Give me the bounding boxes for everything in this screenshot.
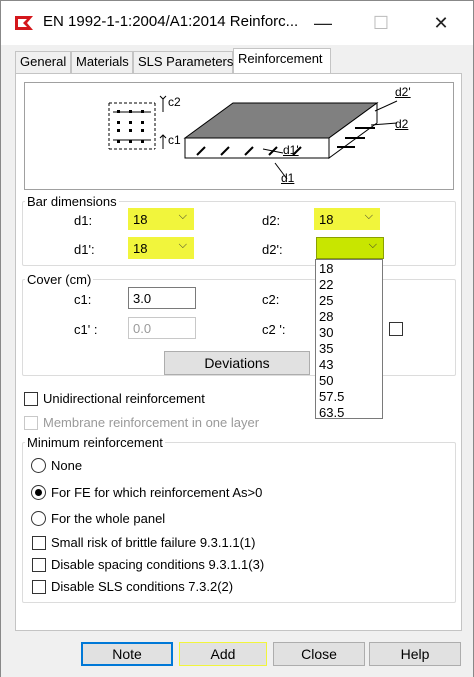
dropdown-option[interactable]: 35 xyxy=(319,341,333,356)
deviations-button[interactable]: Deviations xyxy=(164,351,310,375)
dropdown-option[interactable]: 57.5 xyxy=(319,389,344,404)
brittle-failure-checkbox[interactable] xyxy=(32,536,46,550)
c2-prime-checkbox[interactable] xyxy=(389,322,403,336)
label-d2-prime: d2' xyxy=(395,85,411,99)
d2-prime-select[interactable]: ⌵ xyxy=(316,237,384,259)
dialog-window: EN 1992-1-1:2004/A1:2014 Reinforc... — ☐… xyxy=(0,0,474,677)
dropdown-option[interactable]: 50 xyxy=(319,373,333,388)
chevron-down-icon: ⌵ xyxy=(368,239,377,251)
tab-sls-parameters[interactable]: SLS Parameters xyxy=(133,51,233,73)
unidirectional-label: Unidirectional reinforcement xyxy=(43,391,205,406)
dropdown-option[interactable]: 22 xyxy=(319,277,333,292)
tab-materials[interactable]: Materials xyxy=(71,51,133,73)
note-button[interactable]: Note xyxy=(81,642,173,666)
membrane-checkbox xyxy=(24,416,38,430)
window-title: EN 1992-1-1:2004/A1:2014 Reinforc... xyxy=(43,13,299,30)
label-d2: d2 xyxy=(395,117,409,131)
label-c2: c2 xyxy=(168,95,181,109)
label-d1-prime: d1' xyxy=(283,143,299,157)
maximize-button[interactable]: ☐ xyxy=(371,13,391,33)
close-button[interactable]: Close xyxy=(273,642,365,666)
c1-prime-label: c1' : xyxy=(74,322,98,337)
help-button[interactable]: Help xyxy=(369,642,461,666)
label-c1: c1 xyxy=(168,133,181,147)
dropdown-option[interactable]: 18 xyxy=(319,261,333,276)
cover-legend: Cover (cm) xyxy=(27,272,92,287)
chevron-down-icon: ⌵ xyxy=(178,239,187,251)
c1-input[interactable] xyxy=(128,287,196,309)
d2-value: 18 xyxy=(319,212,334,227)
d2-select[interactable]: 18 ⌵ xyxy=(314,208,380,230)
sls-label: Disable SLS conditions 7.3.2(2) xyxy=(51,579,234,594)
reinforcement-diagram: c2 c1 d2' d2 d1' d1 xyxy=(24,82,454,190)
dropdown-option[interactable]: 63.5 xyxy=(319,405,344,420)
d1-label: d1: xyxy=(74,213,93,228)
radio-whole-panel[interactable] xyxy=(31,511,46,526)
d1-prime-label: d1': xyxy=(74,242,95,257)
minimize-button[interactable]: — xyxy=(313,13,333,33)
chevron-down-icon: ⌵ xyxy=(364,210,373,222)
add-button[interactable]: Add xyxy=(179,642,267,666)
unidirectional-checkbox[interactable] xyxy=(24,392,38,406)
membrane-label: Membrane reinforcement in one layer xyxy=(43,415,260,430)
sls-checkbox[interactable] xyxy=(32,580,46,594)
radio-none-label: None xyxy=(51,458,83,473)
brittle-failure-label: Small risk of brittle failure 9.3.1.1(1) xyxy=(51,535,256,550)
d1-select[interactable]: 18 ⌵ xyxy=(128,208,194,230)
reinforcement-panel: c2 c1 d2' d2 d1' d1 Bar dimensions d1: 1… xyxy=(15,73,462,631)
radio-fe[interactable] xyxy=(31,485,46,500)
chevron-down-icon: ⌵ xyxy=(178,210,187,222)
slab-diagram-image xyxy=(108,95,398,180)
dropdown-option[interactable]: 30 xyxy=(319,325,333,340)
radio-whole-panel-label: For the whole panel xyxy=(51,511,166,526)
c1-label: c1: xyxy=(74,292,92,307)
dropdown-option[interactable]: 25 xyxy=(319,293,333,308)
tab-reinforcement[interactable]: Reinforcement xyxy=(233,48,331,74)
c1-prime-input xyxy=(128,317,196,339)
title-bar: EN 1992-1-1:2004/A1:2014 Reinforc... — ☐… xyxy=(1,1,473,45)
label-d1: d1 xyxy=(281,171,295,185)
minimum-reinforcement-legend: Minimum reinforcement xyxy=(27,435,163,450)
spacing-checkbox[interactable] xyxy=(32,558,46,572)
button-bar: Note Add Close Help xyxy=(1,631,473,677)
d2-prime-label: d2': xyxy=(262,242,283,257)
dropdown-option[interactable]: 28 xyxy=(319,309,333,324)
spacing-label: Disable spacing conditions 9.3.1.1(3) xyxy=(51,557,265,572)
c2-label: c2: xyxy=(262,292,280,307)
bar-dimensions-legend: Bar dimensions xyxy=(27,194,117,209)
dropdown-option[interactable]: 43 xyxy=(319,357,333,372)
d1-prime-value: 18 xyxy=(133,241,148,256)
d1-value: 18 xyxy=(133,212,148,227)
c2-prime-label: c2 ': xyxy=(262,322,286,337)
d2-prime-dropdown-list: 18 22 25 28 30 35 43 50 57.5 63.5 xyxy=(315,259,383,420)
d1-prime-select[interactable]: 18 ⌵ xyxy=(128,237,194,259)
tab-general[interactable]: General xyxy=(15,51,71,73)
d2-label: d2: xyxy=(262,213,281,228)
radio-none[interactable] xyxy=(31,458,46,473)
app-logo-icon xyxy=(15,16,33,30)
close-window-button[interactable]: ✕ xyxy=(431,13,451,33)
radio-fe-label: For FE for which reinforcement As>0 xyxy=(51,485,263,500)
